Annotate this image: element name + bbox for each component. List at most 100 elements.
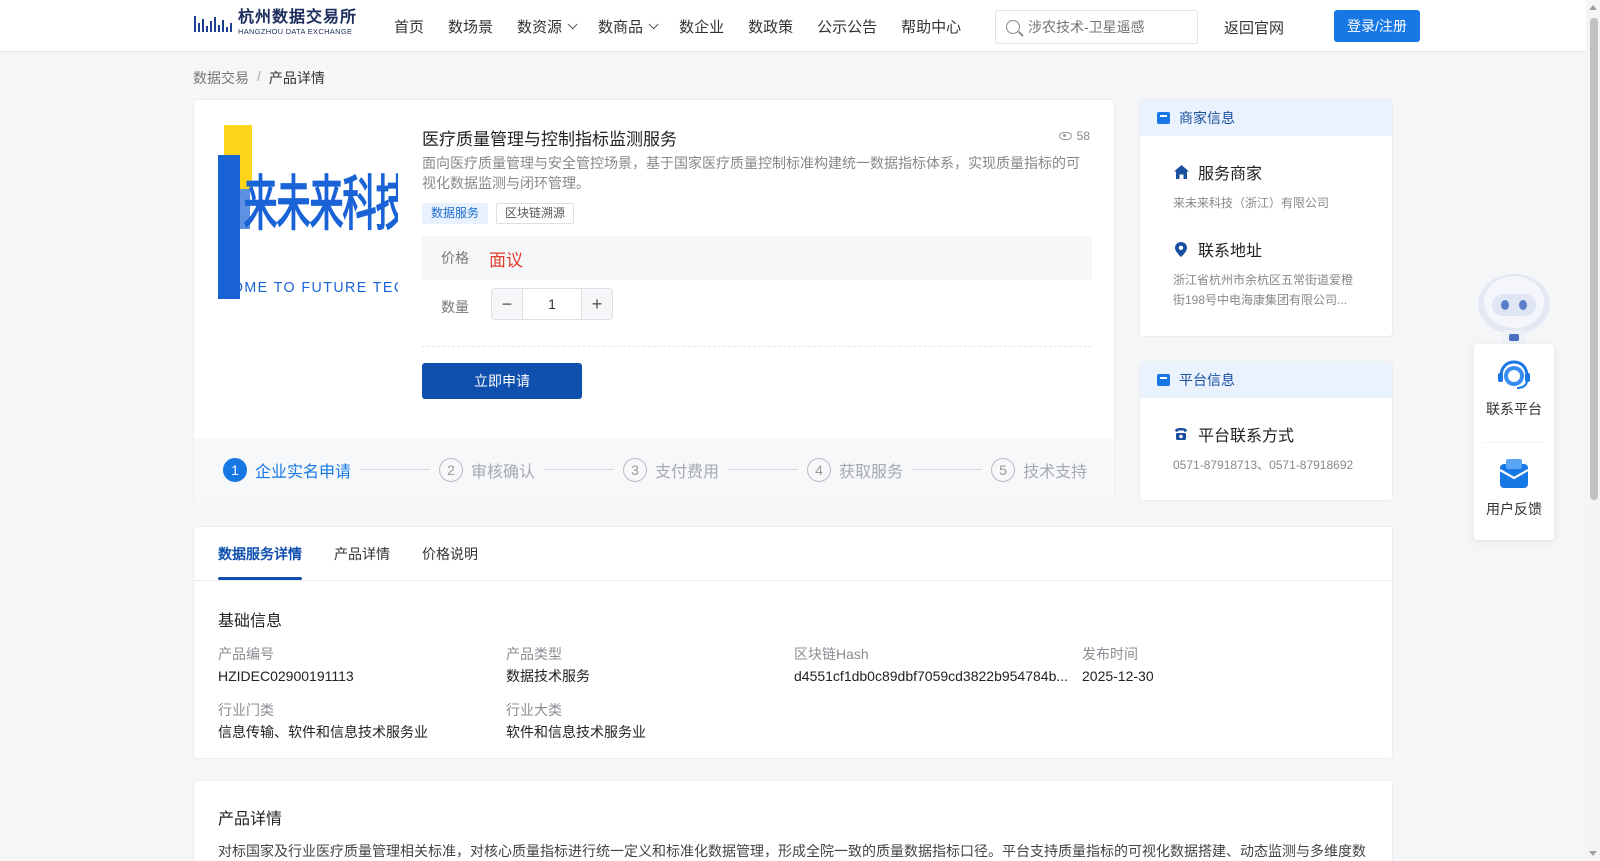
scroll-down-arrow-icon[interactable]	[1589, 851, 1597, 856]
nav-label: 数资源	[517, 18, 563, 36]
nav-item-home[interactable]: 首页	[394, 16, 424, 37]
step-4: 4 获取服务	[807, 457, 903, 482]
tab-price-description[interactable]: 价格说明	[422, 527, 478, 580]
step-label: 审核确认	[471, 463, 536, 481]
field-label: 产品类型	[506, 646, 562, 662]
logo-en-text: COME TO FUTURE TECH	[220, 280, 398, 296]
process-steps: 1 企业实名申请 2 审核确认 3 支付费用 4 获取服务 5 技术支持	[194, 438, 1114, 501]
provider-name[interactable]: 来未来科技（浙江）有限公司	[1173, 193, 1363, 213]
field-value: d4551cf1db0c89dbf7059cd3822b954784b...	[794, 668, 1069, 684]
eye-icon	[1058, 132, 1072, 140]
step-3: 3 支付费用	[623, 457, 719, 482]
page-scrollbar-thumb[interactable]	[1590, 18, 1598, 500]
address-value: 浙江省杭州市余杭区五常街道爱橙街198号中电海康集团有限公司...	[1173, 273, 1354, 307]
tab-divider	[194, 580, 1392, 581]
detail-tabs: 数据服务详情 产品详情 价格说明	[218, 527, 510, 580]
field-industry-major: 行业大类 软件和信息技术服务业	[506, 701, 776, 741]
step-number: 4	[807, 457, 832, 482]
back-to-official-link[interactable]: 返回官网	[1224, 17, 1284, 38]
nav-item-products[interactable]: 数商品	[598, 16, 659, 37]
login-register-button[interactable]: 登录/注册	[1334, 10, 1420, 42]
price-label: 价格	[441, 250, 469, 266]
product-title: 医疗质量管理与控制指标监测服务	[422, 130, 677, 149]
product-detail-text: 对标国家及行业医疗质量管理相关标准，对核心质量指标进行统一定义和标准化数据管理，…	[218, 843, 1366, 859]
quantity-value[interactable]: 1	[523, 289, 581, 319]
platform-contact-row: 平台联系方式	[1173, 422, 1294, 446]
product-logo-image: 来未来科技 COME TO FUTURE TECH	[218, 125, 398, 299]
nav-item-policies[interactable]: 数政策	[748, 16, 793, 37]
tag-data-service: 数据服务	[422, 203, 489, 224]
chevron-down-icon	[648, 18, 659, 29]
field-product-id: 产品编号 HZIDEC02900191113	[218, 645, 488, 685]
platform-contact-label: 平台联系方式	[1198, 428, 1295, 445]
logo-title: 杭州数据交易所	[238, 9, 358, 26]
search-input[interactable]	[1028, 19, 1188, 35]
product-description: 面向医疗质量管理与安全管控场景，基于国家医疗质量控制标准构建统一数据指标体系，实…	[422, 155, 1080, 191]
breadcrumb-current: 产品详情	[268, 70, 325, 86]
field-label: 区块链Hash	[794, 646, 869, 662]
user-feedback-button[interactable]: 用户反馈	[1474, 458, 1554, 519]
merchant-info-card: 商家信息 服务商家 来未来科技（浙江）有限公司 联系地址 浙江省杭州市余杭区五常…	[1139, 99, 1393, 337]
logo-cn-text: 来未来科技	[244, 172, 398, 238]
product-detail-section: 产品详情 对标国家及行业医疗质量管理相关标准，对核心质量指标进行统一定义和标准化…	[193, 780, 1393, 861]
contact-platform-button[interactable]: 联系平台	[1474, 360, 1554, 419]
field-publish-date: 发布时间 2025-12-30	[1082, 645, 1352, 685]
breadcrumb-separator: /	[257, 68, 261, 84]
feedback-envelope-icon	[1499, 459, 1529, 488]
provider-row: 服务商家	[1173, 160, 1262, 184]
field-label: 行业大类	[506, 702, 562, 718]
divider	[1484, 442, 1544, 443]
divider	[422, 346, 1092, 347]
provider-label: 服务商家	[1198, 166, 1263, 183]
platform-info-header: 平台信息	[1140, 362, 1392, 398]
robot-assistant-icon[interactable]	[1474, 268, 1554, 346]
increment-button[interactable]: +	[581, 289, 612, 319]
scroll-up-arrow-icon[interactable]	[1589, 5, 1597, 10]
basic-info-title: 基础信息	[218, 613, 283, 630]
nav-item-resources[interactable]: 数资源	[517, 16, 578, 37]
nav-item-help[interactable]: 帮助中心	[901, 16, 961, 37]
nav-label: 数政策	[748, 18, 794, 36]
decrement-button[interactable]: −	[492, 289, 523, 319]
field-label: 行业门类	[218, 702, 274, 718]
headset-icon	[1498, 360, 1530, 389]
field-value: 数据技术服务	[506, 668, 590, 684]
field-product-type: 产品类型 数据技术服务	[506, 645, 776, 685]
user-feedback-label: 用户反馈	[1486, 501, 1542, 517]
view-count-value: 58	[1076, 129, 1090, 143]
store-icon	[1157, 112, 1170, 124]
merchant-info-title: 商家信息	[1179, 110, 1235, 126]
price-value: 面议	[489, 250, 523, 270]
search-icon[interactable]	[1006, 20, 1020, 34]
nav-label: 数场景	[448, 18, 494, 36]
platform-info-card: 平台信息 平台联系方式 0571-87918713、0571-87918692	[1139, 361, 1393, 501]
tab-product-detail[interactable]: 产品详情	[334, 527, 390, 580]
field-value: 软件和信息技术服务业	[506, 724, 646, 740]
nav-label: 数企业	[679, 18, 725, 36]
logo[interactable]: 杭州数据交易所 HANGZHOU DATA EXCHANGE	[192, 9, 357, 37]
breadcrumb-root[interactable]: 数据交易	[193, 68, 249, 88]
contact-platform-label: 联系平台	[1486, 401, 1542, 417]
field-label: 发布时间	[1082, 646, 1138, 662]
nav-label: 帮助中心	[901, 18, 962, 36]
step-number: 1	[223, 457, 247, 482]
top-navbar: 杭州数据交易所 HANGZHOU DATA EXCHANGE 首页 数场景 数资…	[0, 0, 1586, 52]
tab-data-service-detail[interactable]: 数据服务详情	[218, 527, 302, 580]
nav-item-enterprises[interactable]: 数企业	[679, 16, 724, 37]
field-value: 2025-12-30	[1082, 668, 1154, 684]
step-2: 2 审核确认	[439, 457, 536, 482]
apply-now-button[interactable]: 立即申请	[422, 363, 582, 399]
address-row: 联系地址	[1173, 237, 1262, 261]
floating-panel: 联系平台 用户反馈	[1474, 344, 1554, 540]
field-blockchain-hash: 区块链Hash d4551cf1db0c89dbf7059cd3822b9547…	[794, 645, 1074, 685]
step-5: 5 技术支持	[991, 457, 1088, 482]
quantity-label: 数量	[441, 299, 469, 315]
step-number: 2	[439, 457, 464, 482]
nav-item-scenes[interactable]: 数场景	[448, 16, 493, 37]
nav-item-announcements[interactable]: 公示公告	[817, 16, 877, 37]
product-tags: 数据服务 区块链溯源	[422, 203, 582, 224]
detail-section: 数据服务详情 产品详情 价格说明 基础信息 产品编号 HZIDEC0290019…	[193, 526, 1393, 759]
tag-blockchain: 区块链溯源	[496, 203, 575, 224]
step-connector	[728, 469, 799, 470]
step-label: 技术支持	[1023, 463, 1088, 481]
